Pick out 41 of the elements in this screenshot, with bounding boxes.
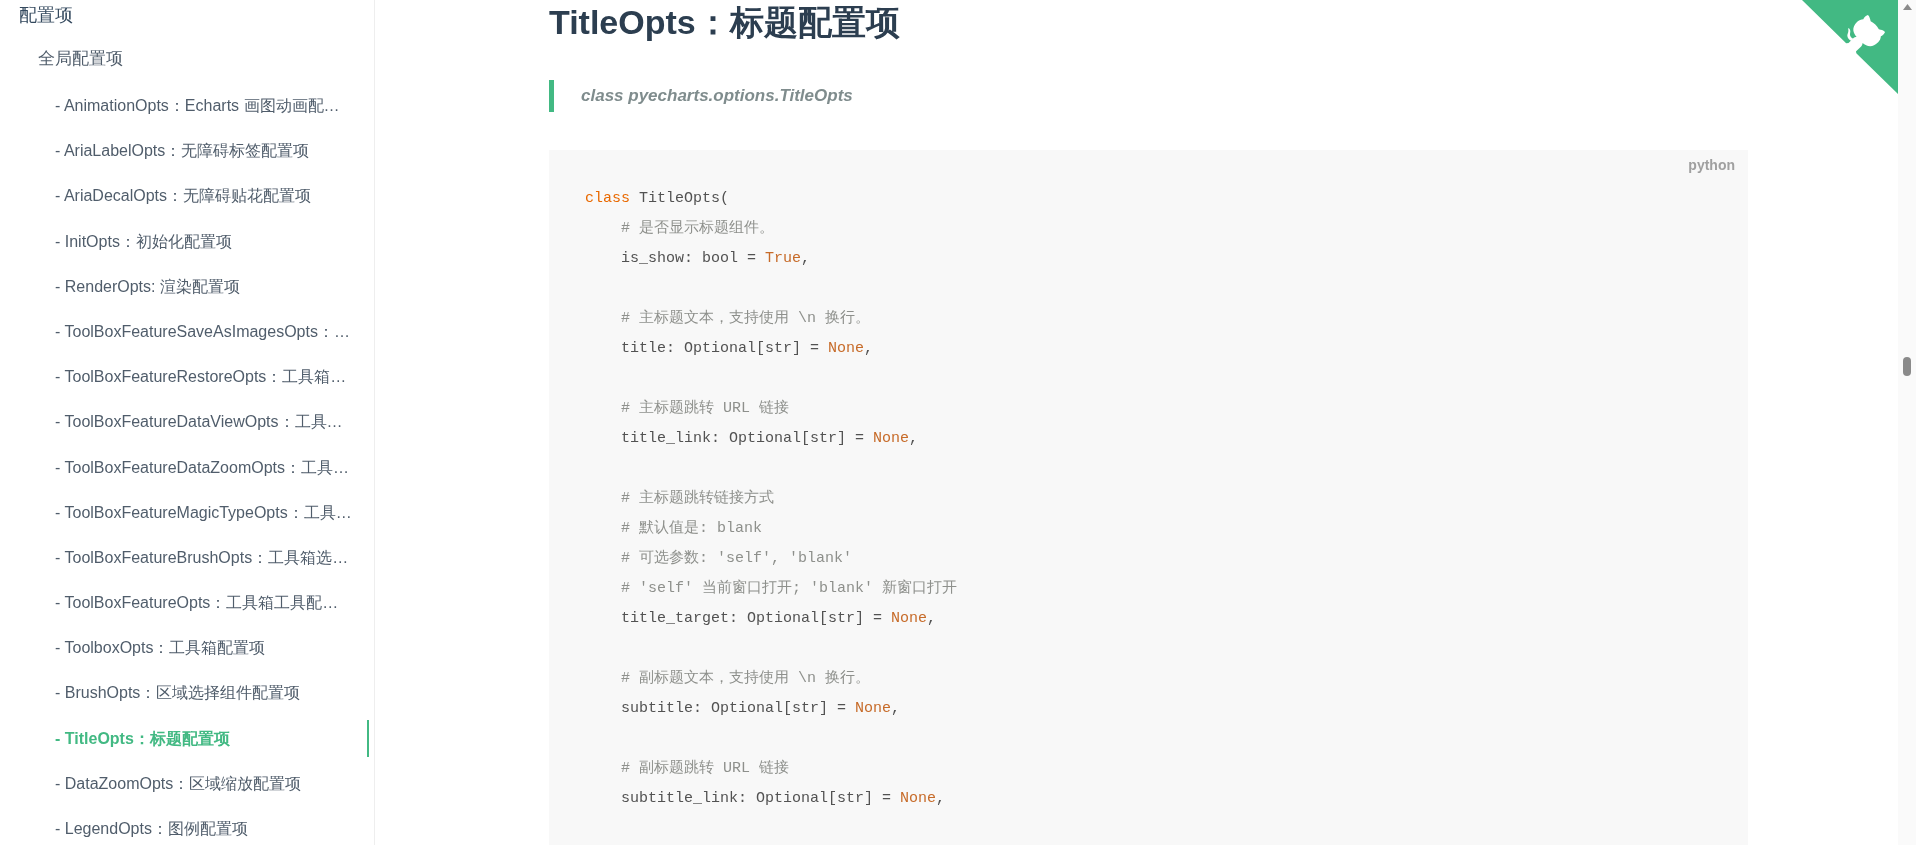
sidebar-link[interactable]: - DataZoomOpts：区域缩放配置项 xyxy=(0,764,369,802)
page-title: TitleOpts：标题配置项 xyxy=(549,2,900,43)
sidebar-link[interactable]: - ToolBoxFeatureDataZoomOpts：工具… xyxy=(0,448,369,486)
sidebar-link[interactable]: - AriaLabelOpts：无障碍标签配置项 xyxy=(0,132,369,170)
code-line: # 主标题跳转 URL 链接 xyxy=(621,398,789,419)
code-line: # 是否显示标题组件。 xyxy=(621,219,774,239)
code-line: # 副标题跳转 URL 链接 xyxy=(621,758,789,779)
scrollbar[interactable] xyxy=(1898,0,1916,845)
sidebar-link[interactable]: - ToolboxOpts：工具箱配置项 xyxy=(0,629,369,667)
sidebar-heading: 配置项 xyxy=(19,4,73,27)
code-line: # 主标题文本，支持使用 \n 换行。 xyxy=(621,308,870,329)
code-line: # 'self' 当前窗口打开; 'blank' 新窗口打开 xyxy=(621,578,958,599)
code-line: # 默认值是: blank xyxy=(621,519,762,539)
sidebar-section-link[interactable]: 全局配置项 xyxy=(38,44,123,74)
sidebar-link[interactable]: - AnimationOpts：Echarts 画图动画配… xyxy=(0,87,369,124)
code-line: subtitle: Optional[str] = None, xyxy=(621,699,901,719)
scrollbar-thumb[interactable] xyxy=(1903,357,1911,376)
cat-corner-icon[interactable] xyxy=(1802,0,1898,94)
sidebar-link[interactable]: - BrushOpts：区域选择组件配置项 xyxy=(0,674,369,712)
class-signature: class pyecharts.options.TitleOpts xyxy=(581,85,853,108)
code-line: class TitleOpts( xyxy=(585,189,730,209)
sidebar-link[interactable]: - ToolBoxFeatureBrushOpts：工具箱选… xyxy=(0,538,369,576)
sidebar-link[interactable]: - ToolBoxFeatureDataViewOpts：工具… xyxy=(0,403,369,441)
sidebar-link[interactable]: - ToolBoxFeatureRestoreOpts：工具箱… xyxy=(0,358,369,396)
sidebar-link[interactable]: - ToolBoxFeatureMagicTypeOpts：工具… xyxy=(0,493,369,531)
scroll-up-arrow-icon[interactable] xyxy=(1902,4,1912,10)
sidebar-link[interactable]: - AriaDecalOpts：无障碍贴花配置项 xyxy=(0,177,369,215)
code-line: title: Optional[str] = None, xyxy=(621,339,874,359)
sidebar-link[interactable]: - ToolBoxFeatureOpts：工具箱工具配… xyxy=(0,584,369,622)
code-line: # 可选参数: 'self', 'blank' xyxy=(621,548,853,569)
sidebar-link[interactable]: - InitOpts：初始化配置项 xyxy=(0,222,369,260)
sidebar-link[interactable]: - RenderOpts: 渲染配置项 xyxy=(0,267,369,305)
code-line: # 主标题跳转链接方式 xyxy=(621,488,774,509)
sidebar-link[interactable]: - ToolBoxFeatureSaveAsImagesOpts：… xyxy=(0,312,369,350)
sidebar-link[interactable]: - LegendOpts：图例配置项 xyxy=(0,810,369,845)
code-language-label: python xyxy=(1688,156,1735,174)
code-line: subtitle_link: Optional[str] = None, xyxy=(621,789,946,809)
code-line: title_link: Optional[str] = None, xyxy=(621,429,919,449)
code-line: title_target: Optional[str] = None, xyxy=(621,609,937,629)
code-line: is_show: bool = True, xyxy=(621,249,811,269)
code-line: # 副标题文本，支持使用 \n 换行。 xyxy=(621,668,870,689)
